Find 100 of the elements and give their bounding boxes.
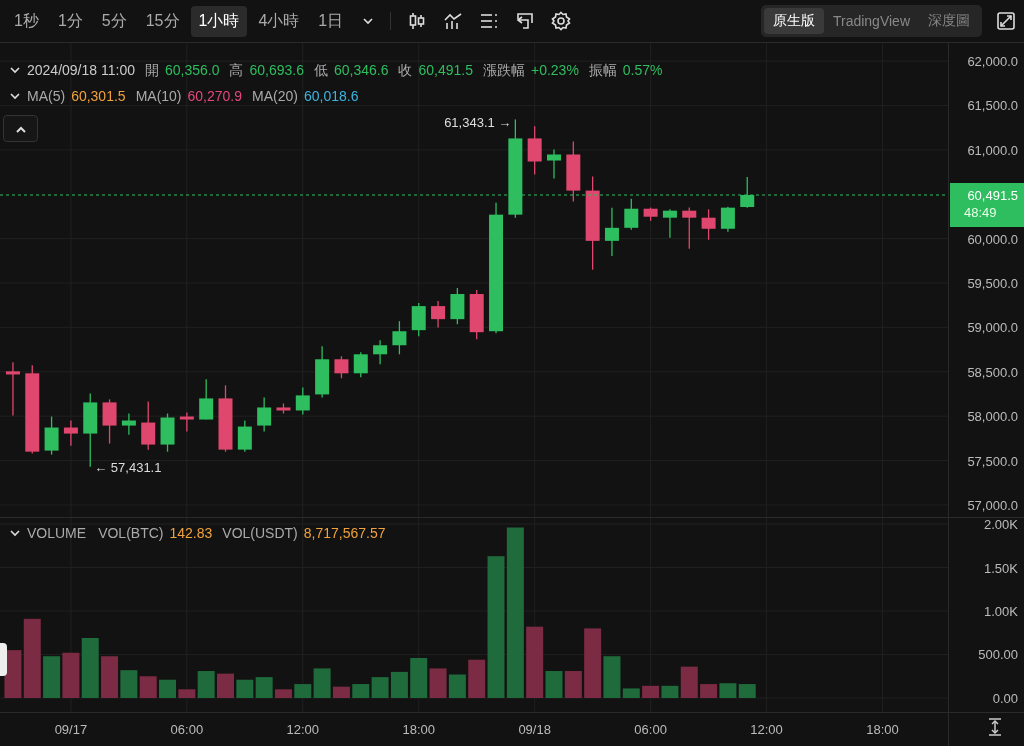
drag-handle[interactable] [0,643,7,676]
rising-candle [662,208,677,239]
view-tab[interactable]: TradingView [823,8,919,34]
candle-time: 2024/09/18 11:00 [27,61,135,80]
volume-title: VOLUME [27,524,87,543]
field-value: +0.23% [530,61,579,80]
field-value: 8,717,567.57 [303,524,386,543]
price-extreme-label: 61,343.1 → [444,115,512,131]
rising-candle [160,412,175,453]
resize-icon[interactable] [988,718,1002,736]
rising-candle [44,415,59,456]
interval-tab[interactable]: 1日 [310,5,352,37]
field-label: 開 [144,61,159,80]
time-tick: 06:00 [634,722,667,737]
falling-candle [643,206,658,222]
interval-tab[interactable]: 4小時 [250,5,308,37]
axis-tick-label: 57,500.0 [967,453,1018,469]
field-value: 60,491.5 [418,61,473,80]
time-tick: 09/17 [54,722,88,737]
rising-candle [450,287,465,325]
volume-bar [390,671,408,698]
field-label: 振幅 [588,61,617,80]
volume-bar [43,656,61,698]
field-label: 高 [229,61,244,80]
falling-candle [431,300,446,329]
falling-candle [334,355,349,379]
axis-tick-label: 58,500.0 [967,364,1018,380]
time-tick: 12:00 [286,722,320,737]
replay-icon[interactable] [515,11,536,31]
axis-tick-label: 500.00 [978,647,1018,663]
volume-bar [410,658,428,698]
axis-tick-label: 59,500.0 [967,276,1018,291]
axis-tick-label: 0.00 [992,691,1018,706]
axis-tick-label: 61,500.0 [967,98,1018,114]
volume-bar [738,684,756,698]
field-label: 低 [313,61,328,80]
list-icon[interactable] [479,11,500,31]
volume-bar [217,673,234,698]
axis-tick-label: 60,000.0 [967,231,1018,247]
ma-label: MA(5) [27,87,66,106]
view-tab[interactable]: 原生版 [763,8,824,34]
fullscreen-icon[interactable] [996,11,1016,31]
caret-icon[interactable] [362,15,375,27]
caret-icon[interactable] [9,90,21,102]
rising-candle [373,339,388,365]
falling-candle [566,140,581,203]
interval-tab[interactable]: 1小時 [190,5,248,37]
falling-candle [527,125,542,176]
time-tick: 18:00 [866,722,899,737]
volume-bar [719,683,737,698]
interval-tab[interactable]: 1分 [49,5,91,37]
last-price: 60,491.5 [967,188,1018,203]
view-tab[interactable]: 深度圖 [919,8,979,34]
volume-bar [139,676,157,698]
axis-tick-label: 59,000.0 [967,320,1018,336]
falling-candle [276,402,291,415]
price-extreme-label: ← 57,431.1 [94,459,162,475]
volume-bar [448,674,466,698]
chevron-up-icon [14,124,27,133]
volume-bar [429,668,447,698]
rising-candle [237,419,252,453]
rising-candle [624,198,639,231]
field-value: 60,346.6 [333,61,389,80]
ma-value: 60,018.6 [303,87,359,106]
ma-value: 60,301.5 [71,87,126,106]
time-tick: 06:00 [170,722,204,737]
ma-value: 60,270.9 [187,87,243,106]
countdown: 48:49 [964,205,997,220]
axis-tick-label: 1.50K [984,560,1018,576]
ma-label: MA(10) [135,87,182,106]
rising-candle [257,396,272,433]
collapse-button[interactable] [3,115,38,142]
caret-icon[interactable] [9,64,21,76]
interval-tab[interactable]: 1秒 [6,5,47,37]
time-tick: 09/18 [518,722,551,737]
caret-icon[interactable] [9,527,21,539]
falling-candle [682,206,697,250]
field-value: 60,356.0 [164,61,220,80]
settings-icon[interactable] [551,11,572,31]
field-label: 收 [398,61,413,80]
volume-bar [642,685,660,698]
falling-candle [102,398,117,445]
interval-tab[interactable]: 5分 [93,5,135,37]
indicator-icon[interactable] [443,11,464,31]
axis-tick-label: 57,000.0 [967,497,1018,513]
rising-candle [199,378,214,421]
field-label: VOL(BTC) [98,524,164,543]
axis-tick-label: 61,000.0 [967,142,1018,158]
rising-candle [121,412,136,436]
rising-candle [604,207,619,257]
ma-label: MA(20) [252,87,298,106]
axis-tick-label: 58,000.0 [967,409,1018,425]
volume-bar [62,652,80,698]
interval-tab[interactable]: 15分 [137,5,188,37]
axis-tick-label: 1.00K [984,604,1018,619]
rising-candle [547,148,561,180]
rising-candle [295,386,310,416]
volume-bar [236,679,254,698]
falling-candle [701,208,716,241]
time-tick: 12:00 [750,722,783,737]
